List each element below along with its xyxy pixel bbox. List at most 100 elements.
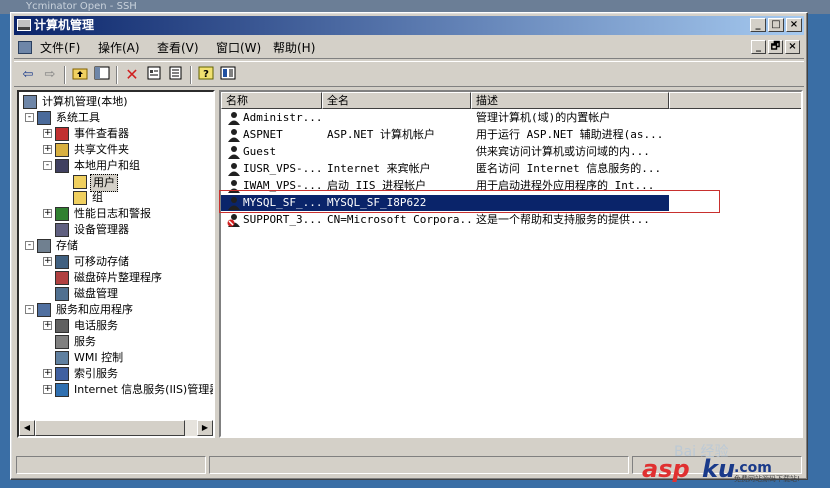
- scroll-left-arrow-icon[interactable]: ◀: [19, 420, 35, 436]
- user-icon: [227, 145, 241, 159]
- maximize-button[interactable]: □: [768, 18, 784, 32]
- defragmenter-icon: [55, 271, 69, 285]
- tree-item[interactable]: + Internet 信息服务(IIS)管理器: [19, 382, 213, 398]
- minimize-button[interactable]: _: [750, 18, 766, 32]
- expand-icon[interactable]: +: [43, 145, 52, 154]
- tree-item[interactable]: 设备管理器: [19, 222, 213, 238]
- export-list-icon[interactable]: [166, 66, 186, 84]
- properties-icon[interactable]: [144, 66, 164, 84]
- user-icon: [227, 111, 241, 125]
- tree-item[interactable]: 计算机管理(本地): [19, 94, 213, 110]
- tree-item[interactable]: - 服务和应用程序: [19, 302, 213, 318]
- menu-window[interactable]: 窗口(W): [214, 40, 263, 57]
- shared-folders-icon: [55, 143, 69, 157]
- expand-icon[interactable]: +: [43, 129, 52, 138]
- tree-item[interactable]: 磁盘管理: [19, 286, 213, 302]
- local-users-groups-icon: [55, 159, 69, 173]
- up-folder-icon[interactable]: [70, 66, 90, 84]
- tree-item-label: 设备管理器: [74, 223, 129, 236]
- tree-item-label: 计算机管理(本地): [42, 95, 128, 108]
- disk-management-icon: [55, 287, 69, 301]
- list-row[interactable]: Guest 供来宾访问计算机或访问域的内...: [221, 144, 669, 160]
- help-icon[interactable]: ?: [196, 66, 216, 84]
- title-bar[interactable]: 计算机管理 _ □ ×: [14, 16, 804, 35]
- cell-fullname: Internet 来宾帐户: [327, 162, 431, 175]
- computer-management-app-icon: [17, 19, 31, 31]
- child-restore-button[interactable]: 🗗: [768, 40, 783, 54]
- tree-item[interactable]: - 存储: [19, 238, 213, 254]
- tree-item[interactable]: 磁盘碎片整理程序: [19, 270, 213, 286]
- collapse-icon[interactable]: -: [25, 305, 34, 314]
- tree-item[interactable]: + 性能日志和警报: [19, 206, 213, 222]
- menu-file[interactable]: 文件(F): [38, 40, 82, 57]
- child-close-button[interactable]: ×: [785, 40, 800, 54]
- tree-item-label: 电话服务: [74, 319, 118, 332]
- tree-horizontal-scrollbar[interactable]: ◀ ▶: [19, 420, 213, 436]
- column-header-name[interactable]: 名称: [221, 92, 322, 109]
- telephony-icon: [55, 319, 69, 333]
- collapse-icon[interactable]: -: [43, 161, 52, 170]
- menu-action[interactable]: 操作(A): [96, 40, 142, 57]
- list-row[interactable]: IWAM_VPS-... 启动 IIS 进程帐户 用于启动进程外应用程序的 Int.…: [221, 178, 669, 194]
- tree-item[interactable]: + 事件查看器: [19, 126, 213, 142]
- forward-arrow-icon[interactable]: ⇨: [40, 66, 60, 84]
- delete-icon[interactable]: ✕: [122, 66, 142, 84]
- cell-name: ASPNET: [243, 128, 283, 141]
- scrollbar-thumb[interactable]: [35, 420, 185, 436]
- wmi-control-icon: [55, 351, 69, 365]
- list-row[interactable]: MYSQL_SF_... MYSQL_SF_I8P622: [221, 195, 669, 211]
- console-tree[interactable]: 计算机管理(本地) - 系统工具 + 事件查看器 + 共享文件夹 - 本地用户和组 用户组 + 性能日…: [17, 90, 215, 438]
- expand-icon[interactable]: +: [43, 321, 52, 330]
- disabled-user-icon: [227, 213, 241, 227]
- tree-item[interactable]: - 系统工具: [19, 110, 213, 126]
- tree-item[interactable]: 用户: [19, 174, 213, 192]
- menu-help[interactable]: 帮助(H): [271, 40, 317, 57]
- cell-description: 供来宾访问计算机或访问域的内...: [476, 145, 650, 158]
- expand-icon[interactable]: +: [43, 257, 52, 266]
- services-icon: [55, 335, 69, 349]
- collapse-icon[interactable]: -: [25, 113, 34, 122]
- view-options-icon[interactable]: [218, 66, 238, 84]
- expand-icon[interactable]: +: [43, 369, 52, 378]
- tree-item[interactable]: + 电话服务: [19, 318, 213, 334]
- tree-item[interactable]: 组: [19, 190, 213, 206]
- computer-management-window: 计算机管理 _ □ × 文件(F) 操作(A) 查看(V) 窗口(W) 帮助(H…: [10, 12, 808, 480]
- expand-icon[interactable]: +: [43, 209, 52, 218]
- event-viewer-icon: [55, 127, 69, 141]
- status-pane-left: [16, 456, 206, 474]
- cell-description: 管理计算机(域)的内置帐户: [476, 111, 611, 124]
- back-arrow-icon[interactable]: ⇦: [18, 66, 38, 84]
- tree-item-label: 磁盘管理: [74, 287, 118, 300]
- list-row[interactable]: SUPPORT_3... CN=Microsoft Corpora... 这是一个帮…: [221, 212, 669, 228]
- tree-item[interactable]: - 本地用户和组: [19, 158, 213, 174]
- close-button[interactable]: ×: [786, 18, 802, 32]
- cell-fullname: CN=Microsoft Corpora...: [327, 213, 473, 226]
- list-row[interactable]: IUSR_VPS-... Internet 来宾帐户 匿名访问 Internet 信…: [221, 161, 669, 177]
- menu-view[interactable]: 查看(V): [155, 40, 201, 57]
- scroll-right-arrow-icon[interactable]: ▶: [197, 420, 213, 436]
- tree-item[interactable]: WMI 控制: [19, 350, 213, 366]
- collapse-icon[interactable]: -: [25, 241, 34, 250]
- list-row[interactable]: ASPNET ASP.NET 计算机帐户 用于运行 ASP.NET 辅助进程(as.…: [221, 127, 669, 143]
- column-header-description[interactable]: 描述: [471, 92, 669, 109]
- show-hide-tree-icon[interactable]: [92, 66, 112, 84]
- user-icon: [227, 128, 241, 142]
- cell-name: Administr...: [243, 111, 323, 124]
- list-row[interactable]: Administr... 管理计算机(域)的内置帐户: [221, 110, 669, 126]
- tree-item-label: 索引服务: [74, 367, 118, 380]
- expand-icon[interactable]: +: [43, 385, 52, 394]
- column-header-fullname[interactable]: 全名: [322, 92, 471, 109]
- tree-item[interactable]: + 索引服务: [19, 366, 213, 382]
- cell-description: 用于启动进程外应用程序的 Int...: [476, 179, 655, 192]
- tree-item[interactable]: 服务: [19, 334, 213, 350]
- child-minimize-button[interactable]: _: [751, 40, 766, 54]
- cell-fullname: MYSQL_SF_I8P622: [327, 196, 427, 209]
- services-applications-icon: [37, 303, 51, 317]
- svg-text:?: ?: [203, 69, 209, 80]
- tree-item-label: 磁盘碎片整理程序: [74, 271, 162, 284]
- cell-fullname: ASP.NET 计算机帐户: [327, 128, 435, 141]
- tree-item[interactable]: + 可移动存储: [19, 254, 213, 270]
- mmc-document-icon[interactable]: [18, 41, 32, 54]
- tree-item[interactable]: + 共享文件夹: [19, 142, 213, 158]
- user-list-view[interactable]: 名称 全名 描述 Administr... 管理计算机(域)的内置帐户 ASPNET…: [219, 90, 803, 438]
